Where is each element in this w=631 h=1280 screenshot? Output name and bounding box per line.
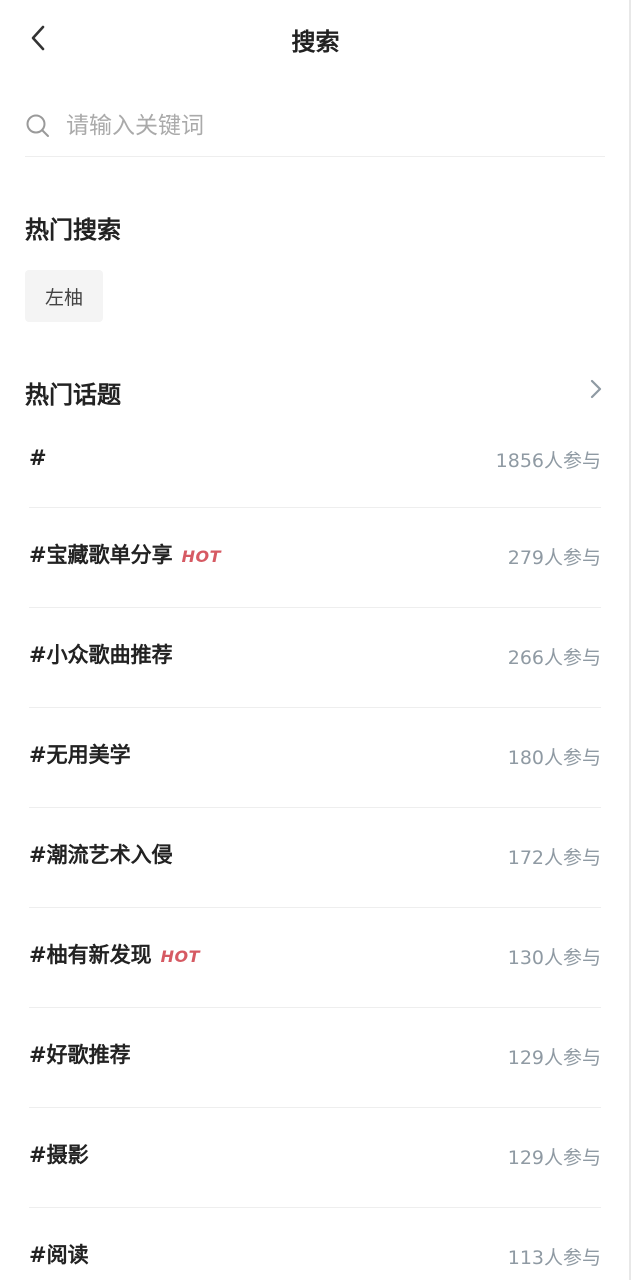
topic-row[interactable]: #1856人参与 [29,410,601,508]
topic-name: #柚有新发现 [29,943,152,967]
topic-participant-count: 266人参与 [507,647,601,669]
topic-label-group: #摄影 [29,1140,89,1170]
topic-row[interactable]: #小众歌曲推荐 266人参与 [29,608,601,708]
topic-participant-count: 130人参与 [507,947,601,969]
topic-participant-count: 129人参与 [507,1047,601,1069]
hot-badge: HOT [160,947,201,966]
search-input[interactable] [66,113,566,139]
topic-row[interactable]: #柚有新发现 HOT 130人参与 [29,908,601,1008]
topic-label-group: # [29,443,47,473]
topic-label-group: #小众歌曲推荐 [29,640,173,670]
topic-name: #潮流艺术入侵 [29,843,173,867]
topic-label-group: #柚有新发现 HOT [29,940,200,970]
topic-name: #宝藏歌单分享 [29,543,173,567]
topic-row[interactable]: #潮流艺术入侵 172人参与 [29,808,601,908]
topic-name: #阅读 [29,1243,89,1267]
hot-topics-title: 热门话题 [25,381,121,409]
topic-participant-count: 113人参与 [507,1247,601,1269]
search-bar[interactable] [25,96,605,157]
topic-participant-count: 172人参与 [507,847,601,869]
topic-name: #好歌推荐 [29,1043,131,1067]
chevron-right-icon [589,378,603,404]
search-page: 搜索 热门搜索 左柚 热门话题 #1856人参与 #宝藏歌单分享 HOT 279人参与… [0,0,631,1280]
header: 搜索 [0,0,631,82]
topic-row[interactable]: #宝藏歌单分享 HOT 279人参与 [29,508,601,608]
topic-row[interactable]: #摄影 129人参与 [29,1108,601,1208]
topic-label-group: #阅读 [29,1240,89,1270]
topic-label-group: #潮流艺术入侵 [29,840,173,870]
topic-label-group: #无用美学 [29,740,131,770]
search-icon [25,113,51,139]
topic-name: #小众歌曲推荐 [29,643,173,667]
topic-row[interactable]: #无用美学 180人参与 [29,708,601,808]
topic-participant-count: 180人参与 [507,747,601,769]
topic-label-group: #宝藏歌单分享 HOT [29,540,221,570]
hot-search-tag[interactable]: 左柚 [25,270,104,322]
topic-participant-count: 129人参与 [507,1147,601,1169]
topic-row[interactable]: #好歌推荐 129人参与 [29,1008,601,1108]
topic-list: #1856人参与 #宝藏歌单分享 HOT 279人参与 #小众歌曲推荐 266人参与 #无用… [29,410,601,1280]
hot-topics-more-button[interactable] [582,376,610,406]
hot-badge: HOT [181,547,222,566]
topic-name: #无用美学 [29,743,131,767]
topic-name: #摄影 [29,1143,89,1167]
topic-name: # [29,446,47,470]
hot-search-title: 热门搜索 [25,216,121,244]
page-title: 搜索 [291,28,340,56]
topic-label-group: #好歌推荐 [29,1040,131,1070]
topic-row[interactable]: #阅读 113人参与 [29,1208,601,1280]
topic-participant-count: 1856人参与 [495,450,601,472]
topic-participant-count: 279人参与 [507,547,601,569]
